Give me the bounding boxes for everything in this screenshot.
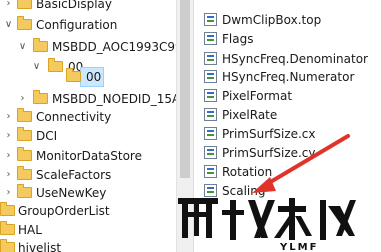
arrow-shaft: [260, 134, 350, 189]
watermark-logo: YLMF: [178, 198, 356, 252]
watermark-text: YLMF: [279, 242, 318, 252]
watermark-logo-glyphs: [178, 198, 356, 240]
